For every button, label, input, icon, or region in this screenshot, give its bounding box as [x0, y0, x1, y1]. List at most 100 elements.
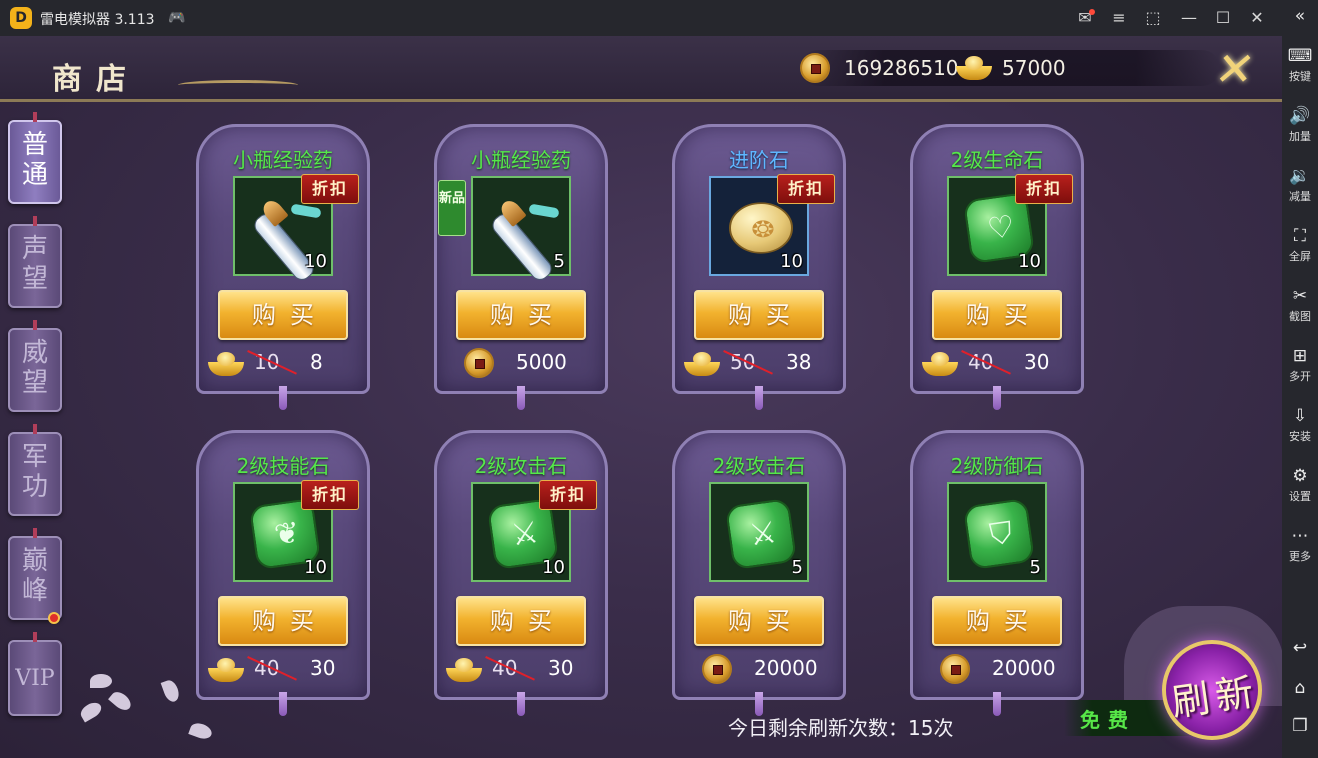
buy-button[interactable]: 购买: [932, 290, 1062, 340]
item-name: 2级技能石: [236, 454, 330, 478]
window-title: 雷电模拟器 3.113: [40, 12, 155, 28]
gold-ingot-icon: [956, 56, 992, 80]
tab-category-2[interactable]: 威望: [8, 320, 62, 412]
discount-badge: 折扣: [301, 480, 359, 510]
tab-label: 声望: [21, 234, 48, 294]
volume-down-icon: 🔉: [1289, 166, 1311, 186]
advance-stone-icon: ❂: [729, 202, 793, 254]
keymap-button[interactable]: ⌨ 按键: [1282, 46, 1318, 84]
restore-small-button[interactable]: ⬚: [1140, 6, 1166, 30]
coin-icon: [464, 348, 494, 378]
buy-button[interactable]: 购买: [932, 596, 1062, 646]
screenshot-label: 截图: [1289, 310, 1311, 323]
item-name: 小瓶经验药: [471, 148, 571, 172]
item-name: 进阶石: [729, 148, 789, 172]
gold-ingot-icon: [208, 352, 244, 376]
buy-button[interactable]: 购买: [456, 596, 586, 646]
price-row: 40 30: [434, 654, 608, 699]
shop-item-card: 2级生命石 ♡ 10 折扣 购买 40 30: [910, 124, 1084, 410]
screenshot-icon: ✂: [1292, 286, 1308, 306]
original-price: 40: [238, 656, 297, 699]
discount-badge: 折扣: [301, 174, 359, 204]
shop-header: 商店 169286510 57000 ✕: [0, 36, 1282, 102]
vip-alert-dot: [48, 612, 60, 624]
coin-icon: [940, 654, 970, 684]
item-quantity: 10: [1018, 251, 1041, 272]
tassel-ornament: [279, 692, 287, 716]
coin-icon: [702, 654, 732, 684]
collapse-panel-button[interactable]: «: [1282, 6, 1318, 26]
multi-instance-button[interactable]: ⊞ 多开: [1282, 346, 1318, 384]
buy-button[interactable]: 购买: [456, 290, 586, 340]
tassel-ornament: [755, 386, 763, 410]
volume-down-button[interactable]: 🔉 减量: [1282, 166, 1318, 204]
price-row: 10 8: [196, 348, 370, 393]
android-home-button[interactable]: ⌂: [1282, 678, 1318, 698]
green-gem-icon: ⚔: [724, 497, 798, 571]
item-slot[interactable]: ⚔ 5: [709, 482, 809, 582]
price-row: 50 38: [672, 348, 846, 393]
buy-button[interactable]: 购买: [218, 596, 348, 646]
buy-button[interactable]: 购买: [694, 290, 824, 340]
coin-balance: 169286510: [844, 56, 959, 80]
exp-potion-icon: [488, 196, 560, 284]
gamepad-icon[interactable]: 🎮: [168, 10, 185, 26]
new-item-badge: 新品: [438, 180, 466, 236]
tab-category-5[interactable]: VIP: [8, 632, 62, 716]
settings-button[interactable]: ⚙ 设置: [1282, 466, 1318, 504]
multi-instance-icon: ⊞: [1292, 346, 1308, 366]
buy-button[interactable]: 购买: [218, 290, 348, 340]
emulator-side-panel: « ⌨ 按键 🔊 加量 🔉 减量 ⛶ 全屏 ✂ 截图 ⊞ 多开 ⇩ 安装 ⚙ 设置 ⋯ 更多 ↩ ⌂ ❐: [1282, 0, 1318, 758]
tab-category-1[interactable]: 声望: [8, 216, 62, 308]
sale-price: 38: [786, 350, 812, 374]
free-refresh-label: 免费: [1080, 708, 1136, 732]
fullscreen-button[interactable]: ⛶ 全屏: [1282, 226, 1318, 264]
minimize-button[interactable]: —: [1176, 6, 1202, 30]
volume-up-button[interactable]: 🔊 加量: [1282, 106, 1318, 144]
settings-icon: ⚙: [1292, 466, 1308, 486]
tab-label: 巅峰: [21, 546, 48, 606]
item-quantity: 10: [780, 251, 803, 272]
tassel-ornament: [517, 386, 525, 410]
home-icon: ⌂: [1294, 678, 1306, 698]
close-shop-button[interactable]: ✕: [1206, 42, 1265, 96]
tab-label: 威望: [21, 338, 48, 398]
coin-icon: [800, 53, 830, 83]
original-price: 40: [952, 350, 1011, 393]
install-apk-button[interactable]: ⇩ 安装: [1282, 406, 1318, 444]
item-price: 20000: [754, 656, 818, 680]
maximize-button[interactable]: ☐: [1210, 6, 1236, 30]
item-slot[interactable]: ⛉ 5: [947, 482, 1047, 582]
tassel-ornament: [993, 692, 1001, 716]
original-price: 40: [476, 656, 535, 699]
gold-ingot-icon: [446, 658, 482, 682]
item-slot[interactable]: 5: [471, 176, 571, 284]
title-swirl-ornament: [178, 80, 298, 90]
fullscreen-label: 全屏: [1289, 250, 1311, 263]
tab-category-0[interactable]: 普通: [8, 112, 62, 204]
ingot-balance: 57000: [1002, 56, 1066, 80]
tab-label: 普通: [21, 130, 48, 190]
item-name: 2级防御石: [950, 454, 1044, 478]
mail-button[interactable]: ✉: [1072, 6, 1098, 30]
refresh-remaining-text: 今日剩余刷新次数：15次: [728, 716, 954, 740]
multi-instance-label: 多开: [1289, 370, 1311, 383]
sale-price: 30: [548, 656, 574, 680]
item-name: 小瓶经验药: [233, 148, 333, 172]
android-recents-button[interactable]: ❐: [1282, 716, 1318, 736]
android-back-button[interactable]: ↩: [1282, 638, 1318, 658]
tab-category-3[interactable]: 军功: [8, 424, 62, 516]
buy-button[interactable]: 购买: [694, 596, 824, 646]
game-viewport: 商店 169286510 57000 ✕ 普通声望威望军功巅峰 VIP 小瓶经验药…: [0, 36, 1282, 758]
keymap-label: 按键: [1289, 70, 1311, 83]
price-row: 40 30: [196, 654, 370, 699]
screenshot-button[interactable]: ✂ 截图: [1282, 286, 1318, 324]
more-button[interactable]: ⋯ 更多: [1282, 526, 1318, 564]
original-price: 10: [238, 350, 297, 393]
menu-button[interactable]: ≡: [1106, 6, 1132, 30]
close-window-button[interactable]: ✕: [1244, 6, 1270, 30]
tab-category-4[interactable]: 巅峰: [8, 528, 62, 620]
more-label: 更多: [1289, 550, 1311, 563]
discount-badge: 折扣: [1015, 174, 1073, 204]
shop-item-card: 进阶石 ❂ 10 折扣 购买 50 38: [672, 124, 846, 410]
